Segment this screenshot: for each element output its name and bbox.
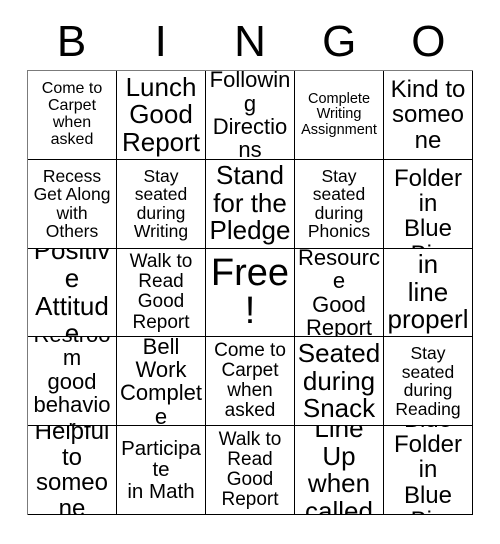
bingo-cell[interactable]: Resource Good Report xyxy=(295,248,384,338)
bingo-cell[interactable]: Restroom good behavior xyxy=(28,337,117,427)
bingo-cell-text: Following Directions xyxy=(209,71,291,160)
bingo-cell[interactable]: Recess Get Along with Others xyxy=(28,159,117,249)
bingo-cell[interactable]: Blue Folder in Blue Bin xyxy=(384,426,473,515)
bingo-cell[interactable]: Participate in Math xyxy=(117,426,206,515)
bingo-cell[interactable]: Come to Carpet when asked xyxy=(206,337,295,427)
bingo-cell-text: Bell Work Complete xyxy=(120,337,202,427)
header-letter-i: I xyxy=(154,17,167,66)
bingo-cell[interactable]: Positive Attitude xyxy=(28,248,117,338)
bingo-cell[interactable]: Line Up when called xyxy=(295,426,384,515)
bingo-cell[interactable]: Lunch Good Report xyxy=(117,71,206,160)
bingo-cell[interactable]: Complete Writing Assignment xyxy=(295,71,384,160)
bingo-cell[interactable]: Helpful to someone xyxy=(28,426,117,515)
bingo-cell-text: Stay seated during Phonics xyxy=(307,165,371,242)
header-letter-n: N xyxy=(234,17,266,66)
bingo-cell-text: Participate in Math xyxy=(121,436,201,503)
bingo-cell[interactable]: Walk to Read Good Report xyxy=(206,426,295,515)
bingo-cell-text: Walk in line properly xyxy=(387,249,469,337)
bingo-cell[interactable]: Stand for the Pledge xyxy=(206,159,295,249)
bingo-cell-text: Resource Good Report xyxy=(298,248,380,338)
bingo-cell[interactable]: Following Directions xyxy=(206,71,295,160)
bingo-cell[interactable]: Kind to someone xyxy=(384,71,473,160)
bingo-free-cell[interactable]: Free! xyxy=(206,248,295,338)
bingo-cell-text: Blue Folder in Blue Bin xyxy=(393,160,463,248)
bingo-cell-text: Stay seated during Writing xyxy=(133,165,189,242)
bingo-cell-text: Complete Writing Assignment xyxy=(301,90,377,138)
bingo-card: B I N G O Come to Carpet when asked Lunc… xyxy=(0,0,500,544)
bingo-cell[interactable]: Walk to Read Good Report xyxy=(117,248,206,338)
bingo-header: B I N G O xyxy=(27,14,473,70)
bingo-cell[interactable]: Come to Carpet when asked xyxy=(28,71,117,160)
bingo-cell-text: Come to Carpet when asked xyxy=(41,79,103,148)
header-letter-b: B xyxy=(56,17,87,66)
bingo-cell-text: Blue Folder in Blue Bin xyxy=(393,426,463,514)
bingo-cell-text: Come to Carpet when asked xyxy=(214,340,286,422)
bingo-cell-text: Stand for the Pledge xyxy=(209,160,291,246)
bingo-cell-text: Helpful to someone xyxy=(34,426,110,515)
header-letter-g: G xyxy=(322,17,357,66)
bingo-cell[interactable]: Stay seated during Phonics xyxy=(295,159,384,249)
bingo-cell-text: Kind to someone xyxy=(390,75,466,154)
bingo-grid: Come to Carpet when asked Lunch Good Rep… xyxy=(27,70,473,515)
bingo-cell[interactable]: Bell Work Complete xyxy=(117,337,206,427)
header-letter-o: O xyxy=(411,17,446,66)
bingo-cell-text: Stay seated during Reading xyxy=(395,343,461,419)
bingo-cell[interactable]: Walk in line properly xyxy=(384,248,473,338)
bingo-cell-text: Recess Get Along with Others xyxy=(33,165,111,242)
bingo-cell[interactable]: Blue Folder in Blue Bin xyxy=(384,159,473,249)
bingo-cell-text: Walk to Read Good Report xyxy=(218,428,282,511)
bingo-free-cell-text: Free! xyxy=(210,252,290,333)
bingo-cell-text: Walk to Read Good Report xyxy=(129,251,193,333)
bingo-cell-text: Seated during Snack xyxy=(297,337,381,424)
bingo-cell-text: Line Up when called xyxy=(305,426,373,515)
bingo-cell[interactable]: Stay seated during Writing xyxy=(117,159,206,249)
bingo-cell[interactable]: Stay seated during Reading xyxy=(384,337,473,427)
bingo-cell[interactable]: Seated during Snack xyxy=(295,337,384,427)
bingo-cell-text: Lunch Good Report xyxy=(121,71,201,157)
bingo-cell-text: Restroom good behavior xyxy=(33,337,111,425)
bingo-cell-text: Positive Attitude xyxy=(33,248,111,338)
